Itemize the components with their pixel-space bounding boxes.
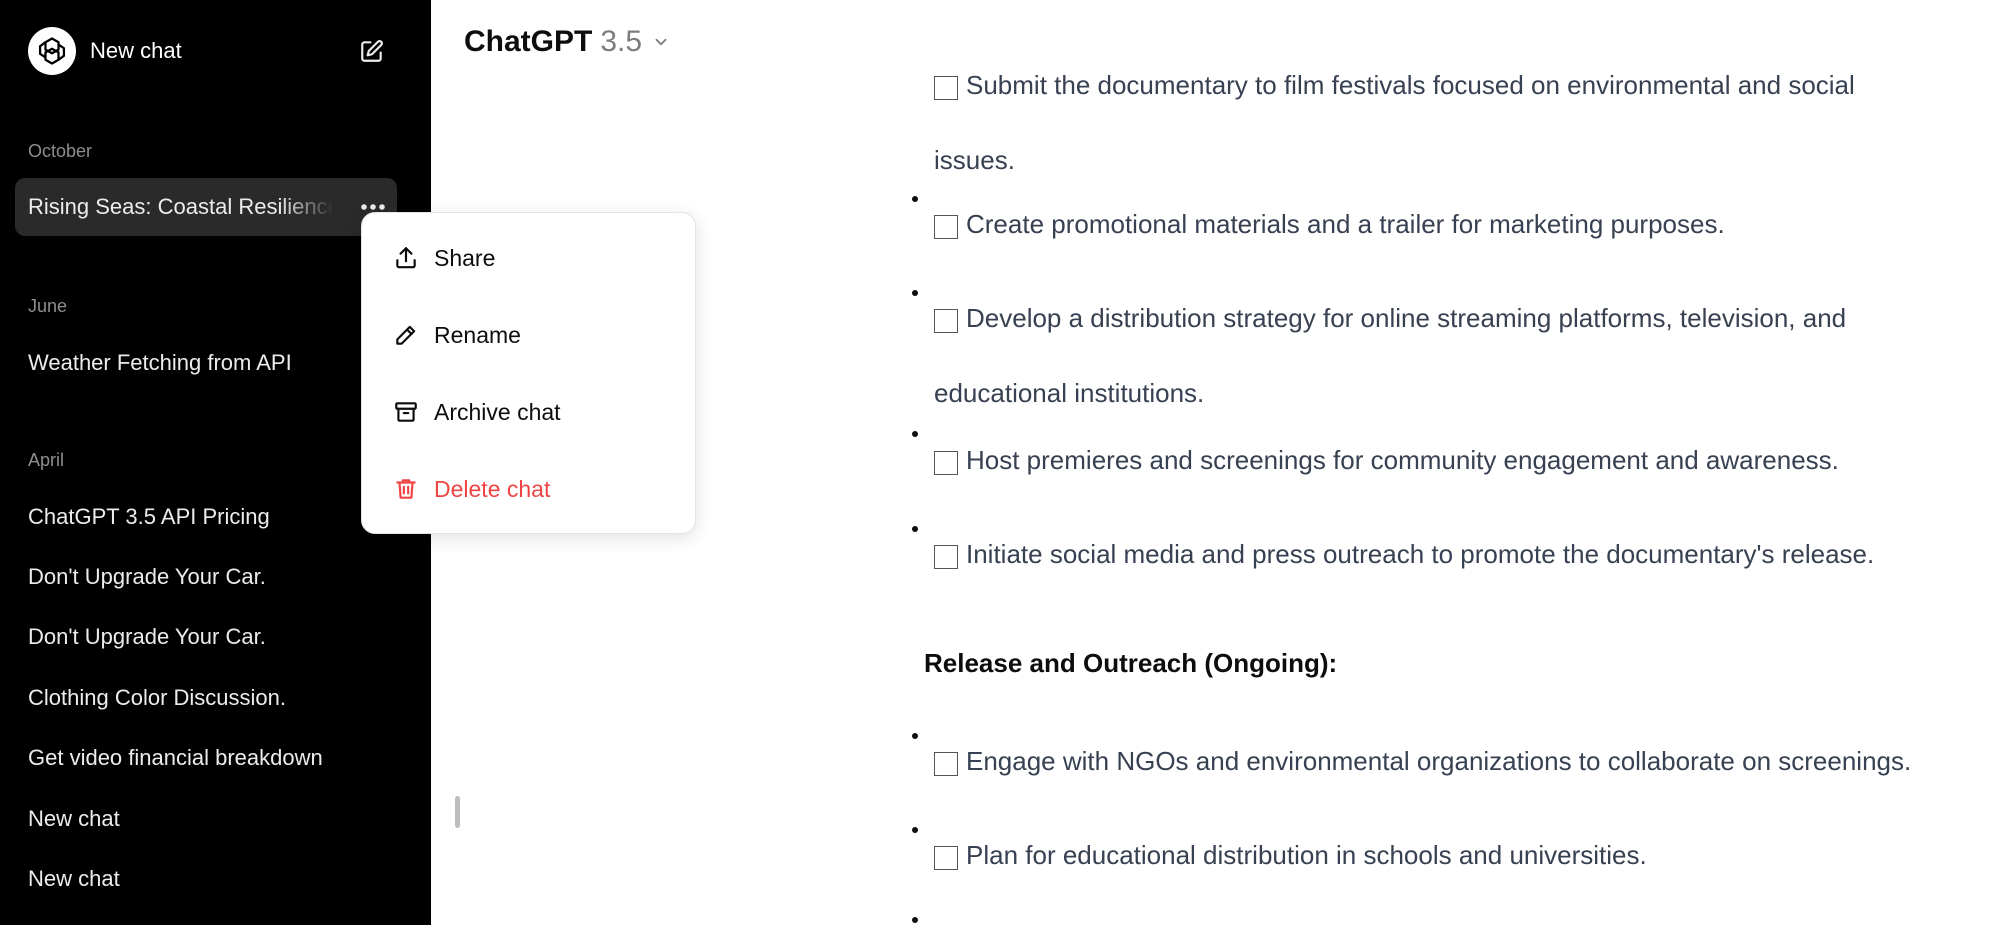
bullet (912, 526, 918, 532)
content-line: Host premieres and screenings for commun… (966, 445, 1839, 475)
share-icon[interactable] (392, 244, 420, 272)
sidebar-item-label[interactable]: Rising Seas: Coastal Resilience (28, 194, 334, 220)
content-line: Submit the documentary to film festivals… (966, 70, 1855, 100)
sidebar-item[interactable]: Get video financial breakdown (28, 745, 323, 771)
checkbox[interactable] (934, 76, 958, 100)
content-line: Initiate social media and press outreach… (966, 539, 1875, 569)
new-chat-label[interactable]: New chat (90, 38, 182, 64)
content-line: Plan for educational distribution in sch… (966, 840, 1647, 870)
bullet (912, 196, 918, 202)
sidebar-item[interactable]: ChatGPT 3.5 API Pricing (28, 504, 270, 530)
bullet (912, 431, 918, 437)
sidebar-item[interactable]: New chat (28, 806, 120, 832)
trash-icon[interactable] (392, 475, 420, 503)
section-label-october: October (28, 141, 93, 161)
menu-item-archive[interactable]: Archive chat (392, 392, 561, 432)
menu-item-rename[interactable]: Rename (392, 315, 521, 355)
menu-item-label[interactable]: Share (434, 245, 495, 272)
chat-context-menu: Share Rename Archive chat Delete chat (361, 212, 696, 534)
bullet (912, 917, 918, 923)
checkbox[interactable] (934, 752, 958, 776)
new-chat-compose-icon[interactable] (356, 35, 388, 67)
menu-item-label[interactable]: Rename (434, 322, 521, 349)
menu-item-delete[interactable]: Delete chat (392, 469, 550, 509)
archive-icon[interactable] (392, 398, 420, 426)
checkbox[interactable] (934, 215, 958, 239)
sidebar-item-active[interactable]: Rising Seas: Coastal Resilience (15, 178, 397, 236)
bullet (912, 290, 918, 296)
sidebar-item[interactable]: Clothing Color Discussion. (28, 685, 286, 711)
model-name[interactable]: ChatGPT (464, 25, 592, 59)
content-line: educational institutions. (934, 378, 1205, 408)
sidebar-item[interactable]: Weather Fetching from API (28, 350, 292, 376)
checkbox[interactable] (934, 309, 958, 333)
sidebar-item[interactable]: Don't Upgrade Your Car. (28, 564, 266, 590)
chevron-down-icon[interactable] (652, 33, 670, 51)
section-label-april: April (28, 450, 65, 470)
section-label-june: June (28, 296, 68, 316)
menu-item-share[interactable]: Share (392, 238, 495, 278)
bullet (912, 733, 918, 739)
new-chat-row[interactable]: New chat (28, 27, 388, 75)
model-selector[interactable]: ChatGPT 3.5 (464, 22, 670, 62)
content-line: Create promotional materials and a trail… (966, 209, 1725, 239)
pencil-icon[interactable] (392, 321, 420, 349)
content-line: Develop a distribution strategy for onli… (966, 303, 1847, 333)
content-line: Engage with NGOs and environmental organ… (966, 746, 1912, 776)
section-heading: Release and Outreach (Ongoing): (924, 648, 1338, 678)
menu-item-label[interactable]: Delete chat (434, 476, 550, 503)
openai-logo-icon[interactable] (28, 27, 76, 75)
content-line: issues. (934, 145, 1015, 175)
sidebar-resize-handle[interactable] (455, 796, 460, 828)
checkbox[interactable] (934, 545, 958, 569)
sidebar-item[interactable]: New chat (28, 866, 120, 892)
menu-item-label[interactable]: Archive chat (434, 399, 561, 426)
sidebar-item[interactable]: Don't Upgrade Your Car. (28, 624, 266, 650)
bullet (912, 827, 918, 833)
checkbox[interactable] (934, 846, 958, 870)
checkbox[interactable] (934, 451, 958, 475)
model-version[interactable]: 3.5 (600, 25, 642, 59)
